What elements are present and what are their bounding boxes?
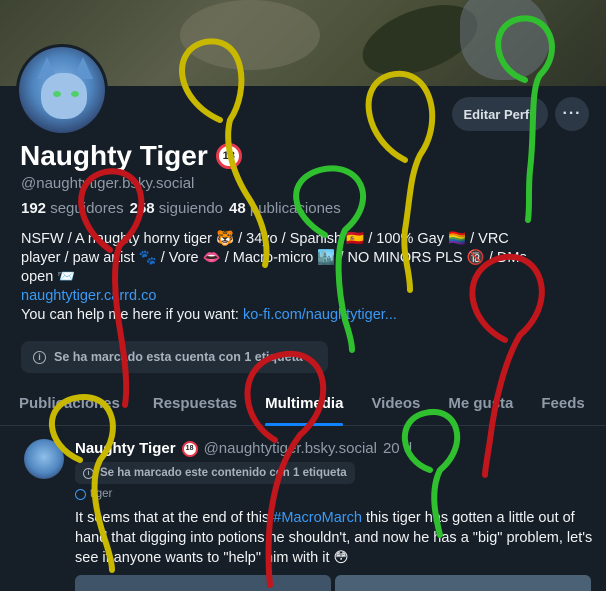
followers-count: 192	[21, 200, 47, 217]
following-label: siguiendo	[158, 200, 224, 217]
following-stat[interactable]: 258 siguiendo	[130, 200, 223, 217]
bio-line: open 📨	[21, 269, 76, 285]
post-time[interactable]: 20 d	[383, 440, 412, 457]
tab-respuestas[interactable]: Respuestas	[153, 386, 237, 425]
following-count: 258	[129, 200, 155, 217]
posts-label: publicaciones	[249, 200, 341, 217]
banner-shape	[460, 0, 550, 80]
tab-multimedia[interactable]: Multimedia	[265, 386, 344, 426]
edit-profile-button[interactable]: Editar Perfil	[452, 97, 548, 131]
post-tag[interactable]: tiger	[75, 488, 112, 500]
account-label-text: Se ha marcado esta cuenta con 1 etiqueta	[54, 350, 303, 364]
tab-videos[interactable]: Videos	[371, 386, 420, 425]
post-media-image[interactable]	[335, 575, 591, 591]
post-media-image[interactable]	[75, 575, 331, 591]
post-author-avatar[interactable]	[24, 439, 64, 479]
more-options-button[interactable]: ···	[555, 97, 589, 131]
profile-stats: 192 seguidores 258 siguiendo 48 publicac…	[21, 200, 341, 217]
followers-stat[interactable]: 192 seguidores	[21, 200, 124, 217]
profile-display-name: Naughty Tiger 18	[20, 140, 242, 172]
followers-label: seguidores	[50, 200, 124, 217]
bio-line: NSFW / A naughty horny tiger 🐯 / 34yo / …	[21, 231, 509, 247]
account-label-notice[interactable]: i Se ha marcado esta cuenta con 1 etique…	[21, 341, 328, 373]
post-hashtag[interactable]: #MacroMarch	[273, 510, 362, 526]
profile-handle: @naughtytiger.bsky.social	[21, 175, 195, 192]
post-label-notice[interactable]: i Se ha marcado este contenido con 1 eti…	[75, 462, 355, 484]
avatar-eye	[71, 91, 79, 97]
banner-shape	[180, 0, 320, 70]
post-tag-text: tiger	[90, 488, 113, 500]
display-name-text: Naughty Tiger	[20, 140, 208, 171]
avatar-eye	[53, 91, 61, 97]
post-author-handle[interactable]: @naughtytiger.bsky.social	[204, 440, 377, 457]
post-author-name[interactable]: Naughty Tiger	[75, 440, 176, 457]
post-header: Naughty Tiger 18 @naughtytiger.bsky.soci…	[75, 440, 412, 457]
avatar-face	[41, 73, 87, 119]
tab-me-gusta[interactable]: Me gusta	[448, 386, 513, 425]
tag-icon	[75, 488, 86, 500]
adult-content-icon: 18	[215, 143, 242, 169]
bio-kofi-link[interactable]: ko-fi.com/naughtytiger...	[243, 307, 397, 323]
info-icon: i	[33, 350, 46, 364]
bio-carrd-link[interactable]: naughtytiger.carrd.co	[21, 288, 156, 304]
adult-content-icon: 18	[181, 440, 198, 457]
tab-publicaciones[interactable]: Publicaciones	[19, 386, 120, 425]
tab-feeds[interactable]: Feeds	[541, 386, 584, 425]
feed-post[interactable]: Naughty Tiger 18 @naughtytiger.bsky.soci…	[0, 427, 606, 591]
profile-tabs: Publicaciones Respuestas Multimedia Vide…	[0, 386, 606, 426]
post-text: It seems that at the end of this #MacroM…	[75, 508, 595, 568]
bio-help-text: You can help me here if you want:	[21, 307, 243, 323]
profile-bio: NSFW / A naughty horny tiger 🐯 / 34yo / …	[21, 230, 596, 325]
posts-count: 48	[229, 200, 246, 217]
info-icon: i	[83, 467, 94, 479]
posts-stat: 48 publicaciones	[229, 200, 341, 217]
post-text-start: It seems that at the end of this	[75, 510, 274, 526]
bio-line: player / paw artist 🐾 / Vore 👄 / Macro-m…	[21, 250, 527, 266]
post-label-text: Se ha marcado este contenido con 1 etiqu…	[100, 467, 347, 479]
profile-avatar[interactable]	[16, 44, 108, 136]
